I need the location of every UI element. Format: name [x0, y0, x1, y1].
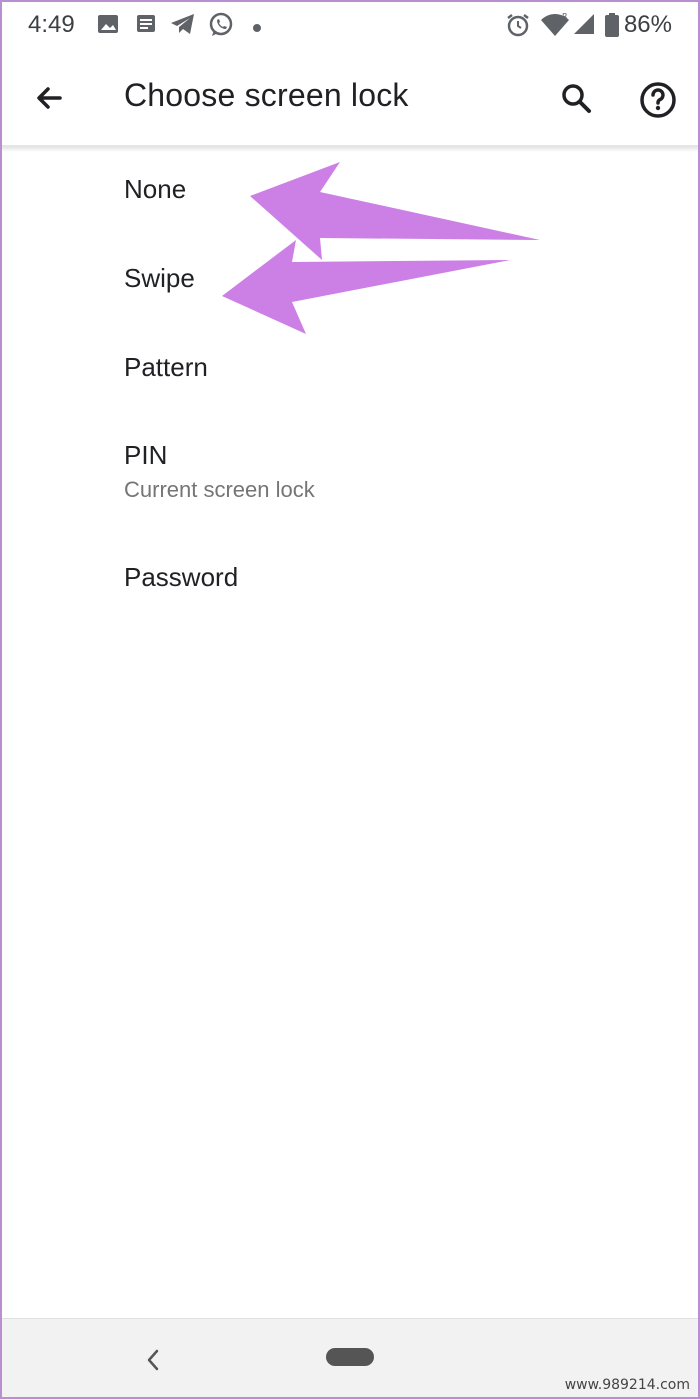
battery-percentage: 86%: [623, 11, 672, 38]
option-none[interactable]: None: [0, 146, 700, 234]
alarm-icon: [505, 12, 531, 43]
option-password[interactable]: Password: [0, 532, 700, 622]
wifi-icon: R: [540, 12, 570, 43]
image-icon: [96, 12, 120, 41]
nav-back-button[interactable]: [140, 1345, 166, 1375]
telegram-icon: [170, 12, 196, 41]
status-bar: 4:49 R 86%: [0, 0, 700, 52]
signal-icon: [572, 12, 596, 41]
option-label: Password: [124, 562, 239, 592]
help-button[interactable]: [636, 78, 680, 122]
home-pill-button[interactable]: [326, 1348, 374, 1366]
nav-back-icon: [147, 1349, 159, 1371]
option-label: PIN: [124, 440, 168, 470]
option-label: Swipe: [124, 263, 195, 293]
status-time: 4:49: [28, 11, 75, 38]
search-icon: [562, 84, 591, 113]
option-subtitle: Current screen lock: [124, 477, 315, 502]
option-label: Pattern: [124, 352, 208, 382]
search-button[interactable]: [556, 78, 596, 118]
option-pin[interactable]: PIN Current screen lock: [0, 410, 700, 532]
message-icon: [134, 12, 158, 41]
svg-text:R: R: [562, 12, 568, 21]
whatsapp-icon: [208, 12, 234, 43]
dot-icon: [252, 20, 262, 38]
option-label: None: [124, 174, 187, 204]
battery-icon: [604, 12, 620, 43]
watermark: www.989214.com: [564, 1377, 690, 1393]
back-arrow-icon: [37, 87, 62, 109]
help-icon: [640, 82, 676, 118]
app-bar: Choose screen lock: [0, 52, 700, 146]
back-button[interactable]: [30, 78, 70, 118]
option-swipe[interactable]: Swipe: [0, 234, 700, 322]
option-pattern[interactable]: Pattern: [0, 322, 700, 410]
page-title: Choose screen lock: [124, 77, 409, 113]
